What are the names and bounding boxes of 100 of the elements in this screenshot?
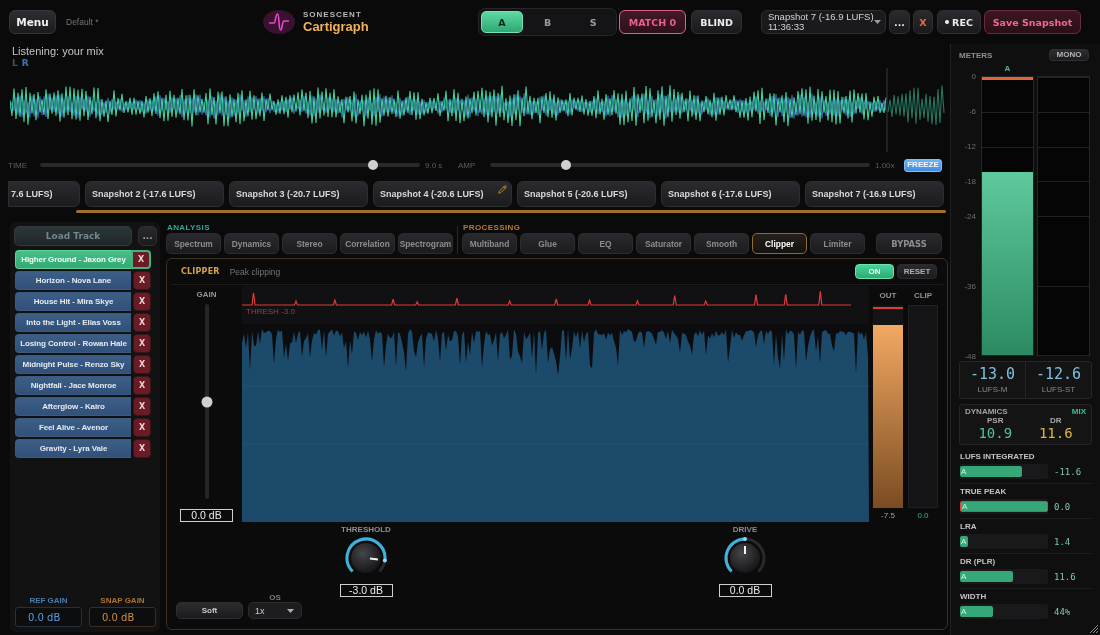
snapshot-tab[interactable]: Snapshot 7 (-16.9 LUFS) <box>805 181 944 207</box>
stat-value: 11.6 <box>1054 571 1076 582</box>
remove-track-button[interactable]: X <box>133 418 151 437</box>
menu-button[interactable]: Menu <box>9 10 56 34</box>
mono-button[interactable]: MONO <box>1049 49 1089 61</box>
processing-tab[interactable]: Multiband <box>462 233 517 254</box>
preset-name: Default * <box>66 17 99 27</box>
drive-label: DRIVE <box>732 525 758 536</box>
track-item[interactable]: Into the Light - Elias Voss <box>15 313 131 332</box>
snapshot-tab[interactable]: 7.6 LUFS) <box>8 181 80 207</box>
snapshot-tab[interactable]: Snapshot 5 (-20.6 LUFS) <box>517 181 656 207</box>
compare-option[interactable]: S <box>572 11 614 33</box>
scrollbar-thumb[interactable] <box>76 210 946 213</box>
ref-gain-field[interactable]: 0.0 dB <box>15 607 82 627</box>
slider-thumb[interactable] <box>367 160 378 170</box>
remove-track-button[interactable]: X <box>131 250 151 269</box>
remove-track-button[interactable]: X <box>133 439 151 458</box>
listening-status: Listening: your mix <box>11 44 105 58</box>
compare-option[interactable]: A <box>481 11 523 33</box>
threshold-value-field[interactable]: -3.0 dB <box>339 584 393 597</box>
more-button[interactable]: ... <box>889 10 910 34</box>
blind-button[interactable]: BLIND <box>691 10 742 34</box>
clear-button[interactable]: X <box>913 10 933 34</box>
match-button[interactable]: MATCH 0 <box>619 10 686 34</box>
analysis-tab[interactable]: Stereo <box>282 233 337 254</box>
remove-track-button[interactable]: X <box>133 271 151 290</box>
reset-button[interactable]: RESET <box>897 264 937 279</box>
channel-tag: A <box>961 502 968 511</box>
snap-gain-field[interactable]: 0.0 dB <box>89 607 156 627</box>
product-name: Cartigraph <box>303 19 369 34</box>
record-dot-icon <box>945 20 950 24</box>
analysis-tab[interactable]: Spectrum <box>166 233 221 254</box>
track-item[interactable]: Nightfall - Jace Monroe <box>15 376 131 395</box>
stat-value: 1.4 <box>1054 536 1071 547</box>
track-item[interactable]: Midnight Pulse - Renzo Sky <box>15 355 131 374</box>
analysis-tab[interactable]: Correlation <box>340 233 395 254</box>
track-item[interactable]: Feel Alive - Avenor <box>15 418 131 437</box>
snapshot-tab[interactable]: Snapshot 6 (-17.6 LUFS) <box>661 181 800 207</box>
remove-track-button[interactable]: X <box>133 334 151 353</box>
remove-track-button[interactable]: X <box>133 397 151 416</box>
compare-option[interactable]: B <box>526 11 569 33</box>
time-slider-track[interactable] <box>40 163 420 167</box>
amp-slider-track[interactable] <box>490 163 870 167</box>
processing-tab[interactable]: Clipper <box>752 233 807 254</box>
channel-tag: A <box>960 467 967 476</box>
slider-thumb[interactable] <box>561 160 571 170</box>
drive-value-field[interactable]: 0.0 dB <box>718 584 772 597</box>
stat-label: WIDTH <box>960 592 988 602</box>
snapshot-tab[interactable]: Snapshot 4 (-20.6 LUFS) <box>373 181 512 207</box>
save-snapshot-button[interactable]: Save Snapshot <box>984 10 1081 34</box>
gain-value-field[interactable]: 0.0 dB <box>180 509 233 522</box>
amp-reading: 1.00x <box>874 160 896 170</box>
gain-slider-track[interactable] <box>204 304 209 499</box>
stat-label: TRUE PEAK <box>960 487 1008 497</box>
stat-label: LUFS INTEGRATED <box>960 452 1036 462</box>
track-item[interactable]: Horizon - Nova Lane <box>15 271 131 290</box>
processing-tab[interactable]: Saturator <box>636 233 691 254</box>
bypass-button[interactable]: BYPASS <box>876 233 942 254</box>
scale-label: -48 <box>964 351 976 361</box>
track-item[interactable]: Losing Control - Rowan Hale <box>15 334 131 353</box>
remove-track-button[interactable]: X <box>133 376 151 395</box>
pencil-icon[interactable] <box>498 185 507 194</box>
snapshot-tab[interactable]: Snapshot 3 (-20.7 LUFS) <box>229 181 368 207</box>
channel-legend-label: L <box>12 58 18 68</box>
snapshot-tab[interactable]: Snapshot 2 (-17.6 LUFS) <box>85 181 224 207</box>
track-item[interactable]: House Hit - Mira Skye <box>15 292 131 311</box>
analysis-tab[interactable]: Dynamics <box>224 233 279 254</box>
slider-thumb[interactable] <box>201 396 212 407</box>
dynamics-mode: MIX <box>1071 407 1086 416</box>
brand-name: SONESCENT <box>303 10 362 19</box>
resize-grip-icon[interactable] <box>1089 624 1098 633</box>
processing-label: PROCESSING <box>462 223 522 232</box>
remove-track-button[interactable]: X <box>133 355 151 374</box>
remove-track-button[interactable]: X <box>133 292 151 311</box>
loudness-label: LUFS-ST <box>1041 385 1076 394</box>
stat-label: LRA <box>960 522 978 532</box>
stat-value: -11.6 <box>1054 466 1082 477</box>
stat-value: 44% <box>1054 606 1071 617</box>
time-label: TIME <box>8 160 29 170</box>
processing-tab[interactable]: Limiter <box>810 233 865 254</box>
processing-tab[interactable]: Smooth <box>694 233 749 254</box>
snapshot-dropdown[interactable]: Snapshot 7 (-16.9 LUFS) 11:36:33 <box>761 10 886 34</box>
processing-tab[interactable]: Glue <box>520 233 575 254</box>
amp-label: AMP <box>458 160 477 170</box>
oversampling-dropdown[interactable]: 1x <box>248 602 302 619</box>
clip-mode-button[interactable]: Soft <box>176 602 243 619</box>
scale-label: -12 <box>964 141 976 151</box>
remove-track-button[interactable]: X <box>133 313 151 332</box>
loudness-label: LUFS-M <box>977 385 1008 394</box>
record-button[interactable]: REC <box>937 10 981 34</box>
track-item[interactable]: Afterglow - Kairo <box>15 397 131 416</box>
loudness-value: -12.6 <box>1035 366 1082 383</box>
processing-tab[interactable]: EQ <box>578 233 633 254</box>
dynamics-value: 11.6 <box>1038 425 1073 441</box>
more-button[interactable]: ... <box>138 226 157 246</box>
track-item[interactable]: Gravity - Lyra Vale <box>15 439 131 458</box>
caret-icon <box>287 608 294 613</box>
scale-label: -18 <box>964 176 976 186</box>
analysis-tab[interactable]: Spectrogram <box>398 233 453 254</box>
module-title: CLIPPER <box>181 267 220 276</box>
